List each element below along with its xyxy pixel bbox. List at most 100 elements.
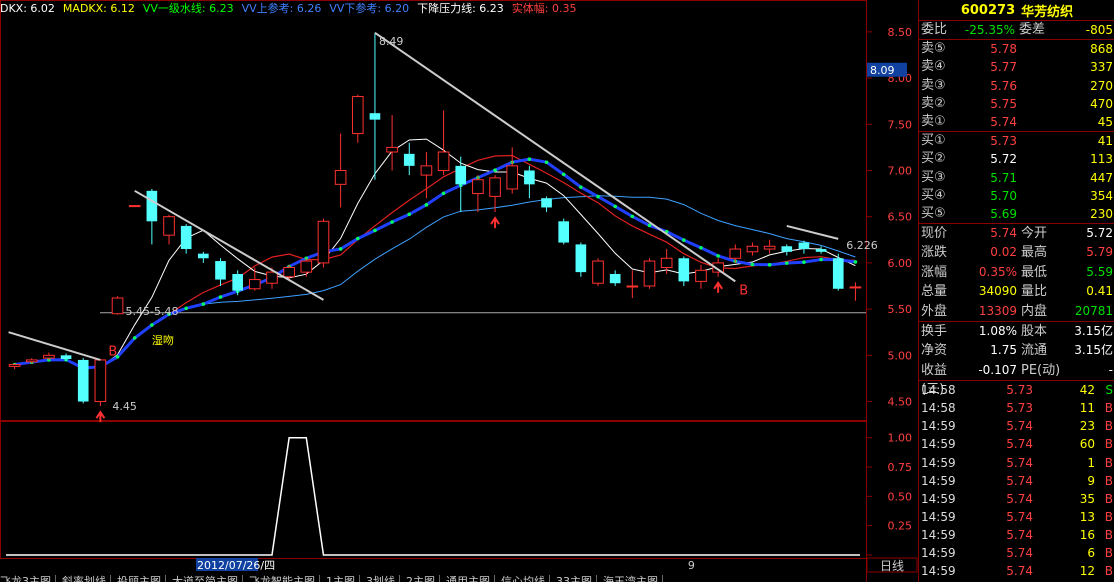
y-tick-label-8: 4.50 [888, 396, 913, 409]
bottom-tab-3[interactable]: 大道至简主图 [172, 575, 243, 582]
bottom-tab-7[interactable]: 2主图 [406, 575, 440, 582]
tick-price: 5.74 [1006, 546, 1033, 561]
period-label: 日线 [880, 559, 904, 573]
candle-body-5 [94, 359, 107, 403]
tick-row-6: 14:59 5.74 35 B [919, 490, 1114, 508]
tick-row-1: 14:58 5.73 11 B [919, 399, 1114, 417]
trendline-1 [134, 189, 324, 301]
tick-direction: B [1104, 546, 1113, 561]
bid-label: 买② [921, 151, 946, 167]
candle-body-33 [575, 244, 587, 273]
stat-label-a: 涨幅 [921, 264, 948, 280]
bid-volume: 113 [1090, 152, 1113, 167]
stat-label-a: 现价 [921, 226, 948, 242]
candle-body-16 [283, 267, 295, 278]
tick-price: 5.74 [1006, 527, 1033, 542]
price-marker-label: 8.09 [870, 64, 895, 77]
tick-volume: 6 [1087, 546, 1095, 561]
water-dot-20 [355, 236, 360, 241]
water-dot-40 [699, 246, 703, 250]
tick-volume: 16 [1079, 527, 1095, 542]
bid-price: 5.70 [990, 188, 1017, 203]
tick-price: 5.73 [1006, 383, 1033, 398]
water-dot-36 [630, 214, 635, 219]
water-dot-10 [184, 306, 188, 311]
candle-body-23 [403, 153, 415, 166]
candle-body-26 [455, 165, 467, 185]
stat-row-2: 涨幅 0.35% 最低 5.59 [919, 263, 1114, 282]
candle-body-25 [437, 151, 450, 171]
water-dot-33 [579, 185, 583, 189]
water-dot-7 [132, 336, 137, 340]
bid-row-1: 买② 5.72 113 [919, 150, 1114, 168]
bid-label: 买④ [921, 187, 946, 203]
y-tick-label-5: 6.00 [888, 257, 913, 270]
candle-body-19 [334, 169, 347, 185]
tick-time: 14:59 [921, 564, 956, 579]
stat-label-b: 今开 [1021, 226, 1048, 242]
candle-body-38 [660, 257, 673, 269]
candle-body-20 [351, 96, 364, 135]
bottom-tab-1[interactable]: 斜率划线 [62, 575, 111, 582]
candle-body-44 [763, 245, 776, 250]
stat2-row-0: 换手 1.08% 股本 3.15亿 [919, 322, 1114, 341]
stat2-value-a: 1.08% [978, 324, 1017, 339]
stat2-value-a: 1.75 [990, 343, 1017, 358]
tick-time: 14:59 [921, 509, 956, 524]
bid-volume: 447 [1090, 170, 1113, 185]
candle-body-0 [8, 364, 21, 367]
candle-body-7 [128, 205, 141, 208]
tick-row-2: 14:59 5.74 23 B [919, 417, 1114, 435]
candle-body-30 [524, 170, 535, 185]
candle-body-15 [266, 271, 278, 284]
candle-body-13 [232, 273, 243, 291]
bottom-tab-10[interactable]: 33主图 [556, 575, 597, 582]
chart-area[interactable]: 8.50 8.00 7.50 7.00 6.50 6.00 5.50 5.00 4.50 8.09… [0, 0, 918, 582]
indicator-1: MADKX: 6.12 [62, 2, 135, 15]
bottom-tab-4[interactable]: 飞龙智能主图 [249, 575, 320, 582]
line-end-label: 6.226 [846, 239, 878, 252]
tick-row-10: 14:59 5.74 12 B [919, 562, 1114, 580]
candle-body-9 [163, 216, 175, 236]
lower-tick-label-2: 0.50 [888, 490, 913, 503]
bid-row-0: 买① 5.73 41 [919, 132, 1114, 150]
tick-price: 5.74 [1006, 419, 1033, 434]
trendline-3 [786, 224, 839, 240]
stat2-value-b: - [1108, 362, 1113, 377]
indicator-6: 实体幅: 0.35 [511, 2, 577, 15]
up-arrow-1 [490, 216, 500, 229]
bottom-tab-8[interactable]: 通用主图 [446, 575, 495, 582]
candle-body-4 [77, 359, 89, 402]
bid-volume: 41 [1097, 134, 1113, 149]
bottom-tab-5[interactable]: 1主图 [326, 575, 360, 582]
stat-value-a: 5.74 [990, 226, 1017, 241]
bid-row-2: 买③ 5.71 447 [919, 169, 1114, 187]
bottom-tab-0[interactable]: 飞龙3主图 [0, 575, 56, 582]
candle-body-14 [249, 279, 261, 290]
y-tick-label-2: 7.50 [888, 118, 913, 131]
quote-panel: 600273 华芳纺织 委比 -25.35% 委差 -805 卖⑤ 5.78 868… [918, 0, 1114, 582]
kline-chart[interactable]: 8.508.007.507.006.506.005.505.004.508.09… [0, 0, 918, 582]
tick-direction: B [1104, 419, 1113, 434]
bottom-tab-6[interactable]: 3划线 [366, 575, 400, 582]
tick-direction: B [1104, 401, 1113, 416]
tick-direction: B [1104, 455, 1113, 470]
tick-row-3: 14:59 5.74 60 B [919, 435, 1114, 453]
bottom-tab-2[interactable]: 投顾主图 [117, 575, 166, 582]
tick-price: 5.74 [1006, 564, 1033, 579]
water-dot-11 [201, 302, 206, 306]
stat2-label-a: 换手 [921, 324, 948, 340]
candle-body-32 [558, 221, 570, 243]
bottom-tab-11[interactable]: 海王湾主图 [603, 575, 663, 582]
ask-label: 卖① [921, 113, 946, 129]
signal-label-2: B [739, 283, 748, 298]
water-dot-34 [596, 194, 600, 199]
bottom-tab-9[interactable]: 信心均线 [501, 575, 550, 582]
y-tick-label-3: 7.00 [888, 164, 913, 177]
bid-price: 5.73 [990, 134, 1017, 149]
lower-tick-label-3: 0.25 [888, 520, 913, 533]
candle-body-49 [849, 286, 862, 289]
stat-value-a: 34090 [978, 284, 1017, 299]
indicator-bar: DKX: 6.02 MADKX: 6.12 VV一级水线: 6.23 VV上参考: 6… [0, 0, 585, 16]
candle-body-21 [369, 113, 381, 120]
